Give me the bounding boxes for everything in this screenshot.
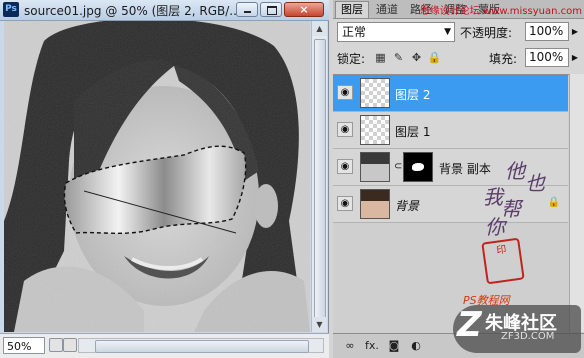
layer-name: 背景 副本 <box>439 162 491 176</box>
mask-icon[interactable]: ◙ <box>385 338 403 354</box>
canvas-vertical-scrollbar[interactable]: ▲ ▼ <box>311 21 327 332</box>
forum-watermark: 思缘设计论坛 www.missyuan.com <box>419 6 582 17</box>
layer-thumbnail <box>360 152 390 182</box>
lock-image-icon[interactable]: ✎ <box>391 50 406 65</box>
layers-list: ◉ 图层 2 ◉ 图层 1 ◉ ⊂⊃ 背景 副本 ◉ 背景 🔒 他 也 我 帮 … <box>333 74 584 333</box>
fill-label: 填充: <box>489 52 518 66</box>
image-canvas[interactable] <box>4 21 310 332</box>
tab-layers[interactable]: 图层 <box>335 1 369 18</box>
signature-char: 我 <box>483 185 503 209</box>
layer-thumbnail <box>360 115 390 145</box>
layer-mask-thumbnail[interactable] <box>403 152 433 182</box>
signature-char: 你 <box>485 215 505 239</box>
fill-dropdown-icon[interactable]: ▶ <box>570 48 580 67</box>
minimize-icon <box>237 3 257 16</box>
site-logo-mark: Z <box>457 305 482 345</box>
status-arrow-icon[interactable] <box>63 338 77 352</box>
layer-name: 图层 2 <box>395 88 431 102</box>
document-status-bar: 50% <box>0 333 329 358</box>
document-titlebar[interactable]: Ps source01.jpg @ 50% (图层 2, RGB/... × <box>0 0 329 21</box>
blend-mode-value: 正常 <box>342 25 367 39</box>
lock-label: 锁定: <box>337 52 366 66</box>
hscroll-thumb[interactable] <box>95 340 309 353</box>
eye-icon[interactable]: ◉ <box>337 159 353 174</box>
site-logo-url: ZF3D.COM <box>501 331 555 342</box>
layer-row[interactable]: ◉ 图层 1 <box>333 112 568 149</box>
lock-transparent-icon[interactable]: ▦ <box>373 50 388 65</box>
fill-field[interactable]: 100% <box>525 48 569 67</box>
link-icon[interactable]: ∞ <box>341 338 359 354</box>
eye-icon[interactable]: ◉ <box>337 85 353 100</box>
maximize-button[interactable] <box>260 2 282 17</box>
minimize-button[interactable] <box>236 2 258 17</box>
layer-name: 背景 <box>395 199 420 213</box>
document-title: source01.jpg @ 50% (图层 2, RGB/... <box>24 4 239 18</box>
lock-all-icon[interactable]: 🔒 <box>427 50 442 65</box>
layer-thumbnail <box>360 189 390 219</box>
opacity-dropdown-icon[interactable]: ▶ <box>570 22 580 41</box>
opacity-field[interactable]: 100% <box>525 22 569 41</box>
opacity-label: 不透明度: <box>460 26 513 40</box>
signature-char: 他 <box>505 159 525 183</box>
blend-row: 正常 ▼ 不透明度: 100% ▶ <box>337 22 580 44</box>
red-seal-stamp: 印 <box>481 237 525 285</box>
layers-panel: 图层 通道 路径 调整 蒙版 思缘设计论坛 www.missyuan.com 正… <box>333 0 584 358</box>
status-menu-icon[interactable] <box>49 338 63 352</box>
blend-mode-select[interactable]: 正常 ▼ <box>337 22 455 42</box>
adjustment-icon[interactable]: ◐ <box>407 338 425 354</box>
fx-icon[interactable]: fx. <box>363 338 381 354</box>
lock-row: 锁定: ▦ ✎ ✥ 🔒 填充: 100% ▶ <box>337 48 580 70</box>
panel-tabs: 图层 通道 路径 调整 蒙版 思缘设计论坛 www.missyuan.com <box>333 0 584 19</box>
scroll-up-icon[interactable]: ▲ <box>312 21 327 36</box>
close-button[interactable]: × <box>284 2 324 17</box>
tab-channels[interactable]: 通道 <box>371 2 403 18</box>
document-window: Ps source01.jpg @ 50% (图层 2, RGB/... × ▲… <box>0 0 329 358</box>
layer-name: 图层 1 <box>395 125 431 139</box>
photo-artwork <box>4 21 310 332</box>
close-icon: × <box>299 3 309 16</box>
canvas-horizontal-scrollbar[interactable] <box>78 338 324 353</box>
signature-char: 也 <box>525 171 545 195</box>
layer-row[interactable]: ◉ 图层 2 <box>333 75 568 112</box>
lock-icon: 🔒 <box>547 197 560 208</box>
lock-position-icon[interactable]: ✥ <box>409 50 424 65</box>
maximize-icon <box>261 3 281 16</box>
zoom-field[interactable]: 50% <box>3 337 45 354</box>
layers-scrollbar[interactable] <box>569 74 584 332</box>
chevron-down-icon: ▼ <box>444 27 451 37</box>
eye-icon[interactable]: ◉ <box>337 196 353 211</box>
scroll-thumb[interactable] <box>314 39 326 326</box>
scroll-down-icon[interactable]: ▼ <box>312 317 327 332</box>
photoshop-icon: Ps <box>3 2 19 17</box>
eye-icon[interactable]: ◉ <box>337 122 353 137</box>
layer-thumbnail <box>360 78 390 108</box>
